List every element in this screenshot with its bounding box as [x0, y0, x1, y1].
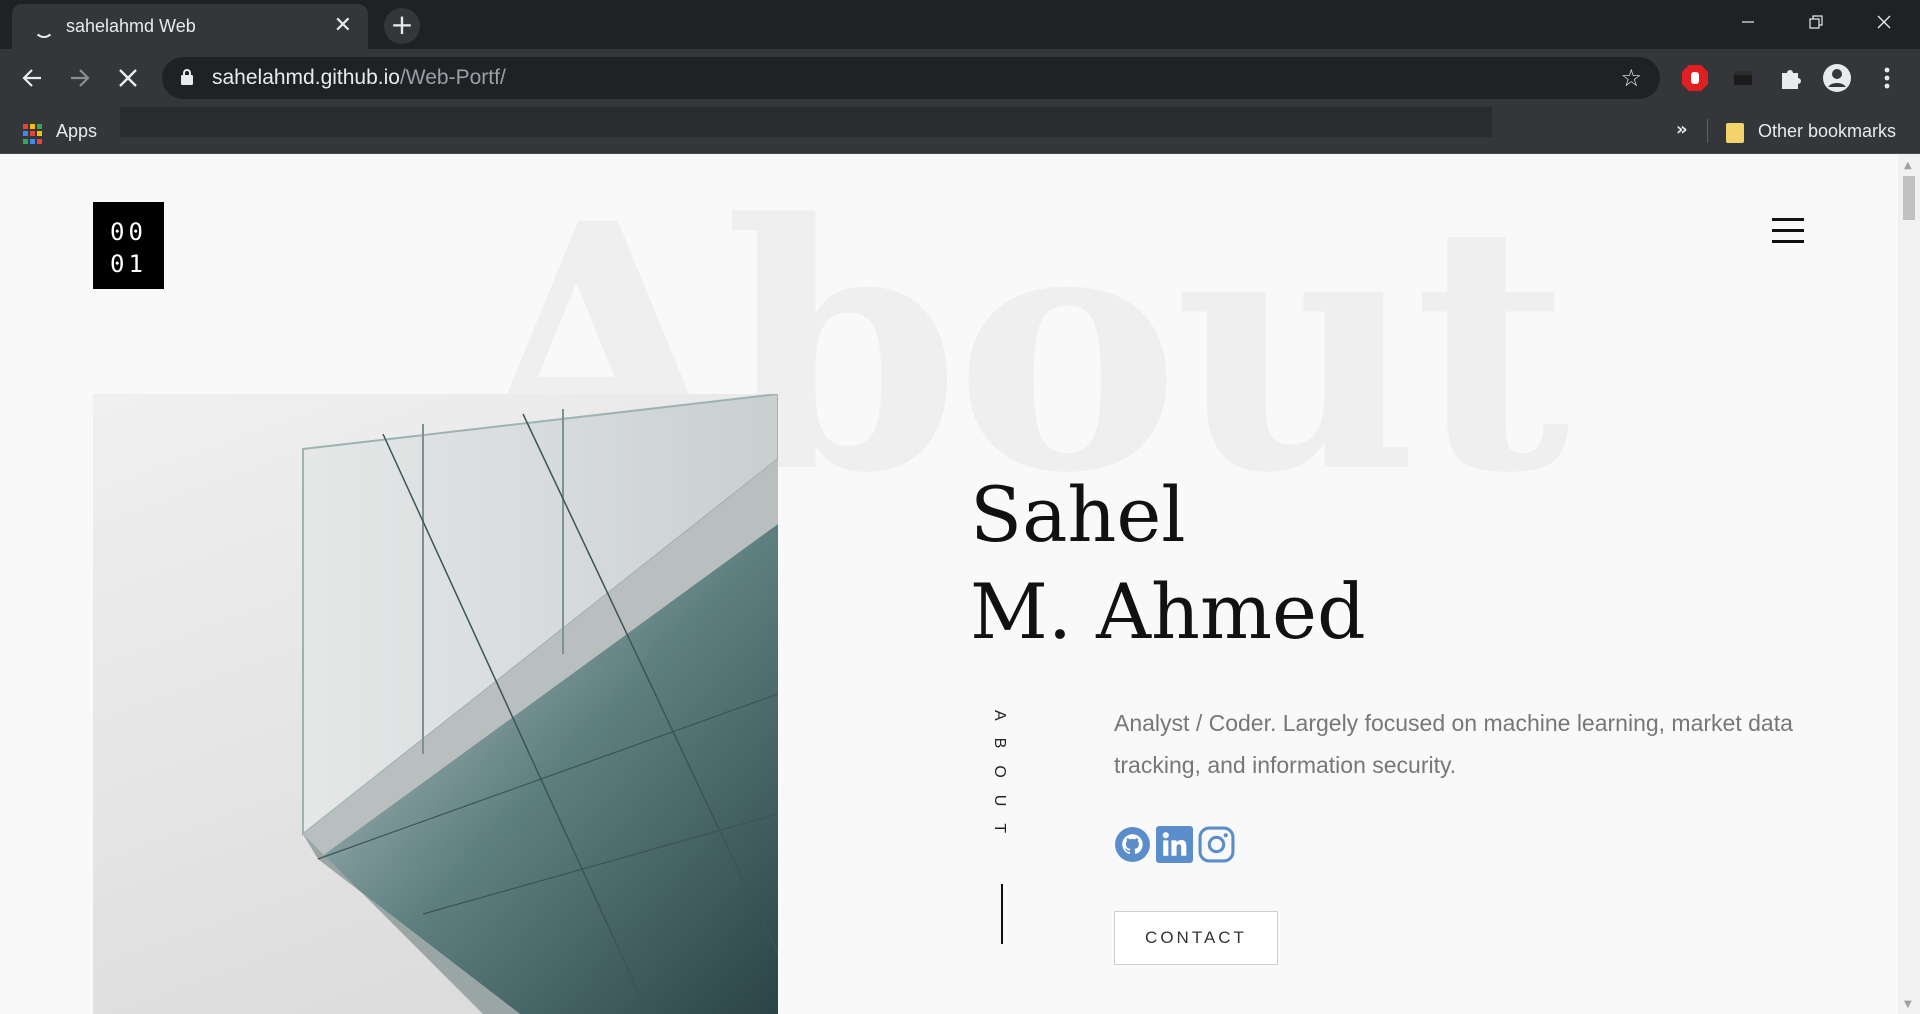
page-viewport: About 00 01 Sahel M. Ahmed ABOUT Analyst…	[0, 154, 1898, 1014]
apps-grid-icon[interactable]	[23, 124, 43, 144]
restore-button[interactable]	[1782, 0, 1850, 44]
divider	[1707, 119, 1708, 143]
contact-button[interactable]: CONTACT	[1114, 911, 1278, 965]
minimize-button[interactable]	[1714, 0, 1782, 44]
tab-title: sahelahmd Web	[66, 16, 196, 36]
site-logo[interactable]: 00 01	[93, 202, 164, 289]
hamburger-menu-icon[interactable]	[1772, 218, 1804, 244]
new-tab-button[interactable]: +	[384, 8, 420, 44]
profile-avatar-icon[interactable]	[1822, 63, 1852, 93]
forward-button[interactable]	[62, 59, 98, 95]
name-line-2: M. Ahmed	[970, 567, 1366, 656]
other-bookmarks[interactable]: Other bookmarks	[1758, 121, 1896, 142]
url-text: sahelahmd.github.io/Web-Portf/	[212, 66, 506, 90]
stop-loading-button[interactable]	[110, 59, 146, 95]
browser-tab[interactable]: sahelahmd Web ✕	[12, 4, 368, 49]
bookmarks-bar: Apps » Other bookmarks	[0, 107, 1920, 154]
back-button[interactable]	[14, 59, 50, 95]
logo-line-1: 00	[110, 218, 147, 246]
close-window-button[interactable]	[1850, 0, 1918, 44]
tab-close-icon[interactable]: ✕	[334, 13, 352, 38]
section-label-vertical: ABOUT	[991, 710, 1008, 851]
scroll-up-arrow-icon[interactable]: ▲	[1904, 160, 1912, 171]
loading-spinner-icon	[34, 18, 54, 38]
linkedin-icon[interactable]	[1156, 826, 1193, 863]
extensions-puzzle-icon[interactable]	[1776, 63, 1806, 93]
hero-image	[93, 394, 778, 1014]
scroll-down-arrow-icon[interactable]: ▼	[1904, 999, 1912, 1010]
apps-shortcut[interactable]: Apps	[56, 121, 97, 142]
scrollbar-thumb[interactable]	[1903, 176, 1915, 220]
vertical-divider	[1001, 884, 1003, 944]
name-line-1: Sahel	[970, 470, 1186, 559]
bio-description: Analyst / Coder. Largely focused on mach…	[1114, 710, 1793, 778]
bookmarks-area	[120, 107, 1492, 137]
url-host: sahelahmd.github.io	[212, 66, 400, 89]
folder-icon	[1726, 123, 1744, 143]
instagram-icon[interactable]	[1198, 826, 1235, 863]
profile-name: Sahel M. Ahmed	[970, 466, 1366, 660]
github-icon[interactable]	[1114, 826, 1151, 863]
adblock-extension-icon[interactable]	[1680, 63, 1710, 93]
bookmark-star-icon[interactable]: ☆	[1620, 64, 1642, 92]
browser-toolbar: sahelahmd.github.io/Web-Portf/ ☆	[0, 49, 1920, 107]
extension-icon[interactable]	[1728, 63, 1758, 93]
url-path: /Web-Portf/	[399, 66, 506, 89]
menu-kebab-icon[interactable]	[1872, 63, 1902, 93]
tab-strip: sahelahmd Web ✕ +	[0, 0, 1920, 49]
logo-line-2: 01	[110, 250, 147, 278]
lock-icon	[181, 69, 193, 85]
address-bar[interactable]: sahelahmd.github.io/Web-Portf/ ☆	[162, 57, 1660, 99]
page-scrollbar[interactable]: ▲ ▼	[1898, 154, 1920, 1014]
bookmarks-overflow-chevron[interactable]: »	[1676, 119, 1688, 140]
